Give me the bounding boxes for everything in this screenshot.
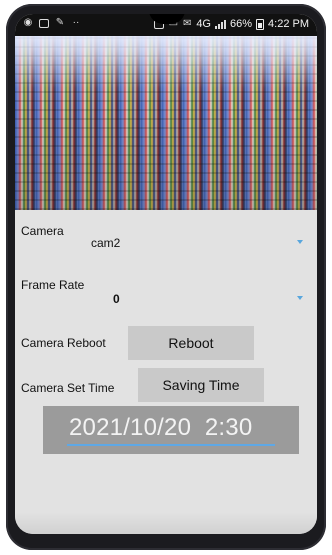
frame-rate-label: Frame Rate (21, 278, 85, 292)
battery-percent: 66% (230, 18, 253, 30)
gallery-icon (39, 18, 49, 28)
whatsapp-icon: ◉ (23, 17, 33, 28)
datetime-display-box[interactable]: 2021/10/20 2:30 (43, 406, 299, 454)
camera-dropdown-chevron-down-icon[interactable] (297, 240, 303, 244)
more-dots-icon: ·· (72, 17, 80, 28)
datetime-underline (67, 444, 275, 446)
wrench-icon: ✎ (55, 17, 65, 28)
network-type: 4G (196, 18, 211, 30)
phone-device-frame: ◉ ✎ ·· ▭ ✉ 4G 66% 4:22 PM Camera (6, 4, 326, 550)
frame-rate-select[interactable]: 0 (113, 292, 120, 306)
status-left-icons: ◉ ✎ ·· (23, 18, 81, 28)
server-room-image (15, 36, 317, 210)
camera-reboot-label: Camera Reboot (21, 336, 106, 350)
datetime-value[interactable]: 2021/10/20 2:30 (69, 414, 252, 442)
app-screen: ◉ ✎ ·· ▭ ✉ 4G 66% 4:22 PM Camera (15, 14, 317, 534)
battery-icon (256, 18, 265, 30)
camera-settings-panel: Camera cam2 Frame Rate 0 Camera Reboot R… (15, 210, 317, 534)
status-time: 4:22 PM (268, 18, 309, 30)
camera-label: Camera (21, 224, 64, 238)
camera-set-time-label: Camera Set Time (21, 381, 115, 395)
signal-icon (215, 19, 226, 29)
camera-select[interactable]: cam2 (91, 236, 120, 250)
saving-time-button[interactable]: Saving Time (138, 368, 264, 402)
mail-icon: ✉ (183, 18, 192, 29)
reboot-button[interactable]: Reboot (128, 326, 254, 360)
frame-rate-dropdown-chevron-down-icon[interactable] (297, 296, 303, 300)
bottom-edge-shadow (15, 512, 317, 534)
